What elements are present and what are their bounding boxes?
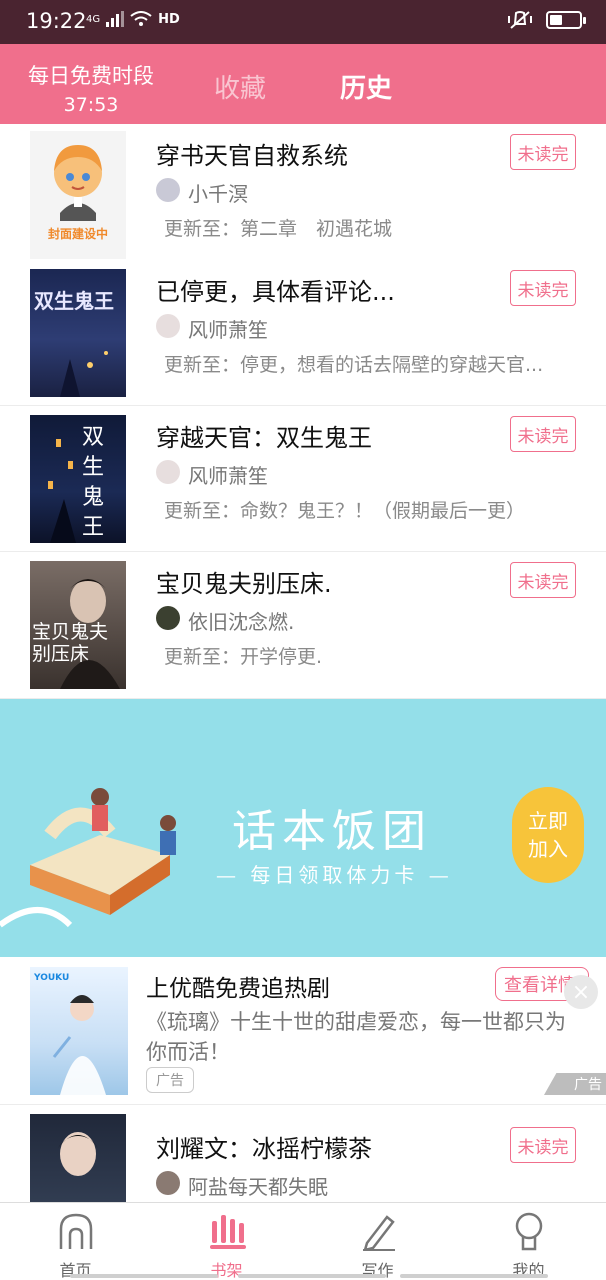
- close-icon[interactable]: ×: [564, 975, 598, 1009]
- tab-history[interactable]: 历史: [340, 68, 392, 105]
- banner-subtitle: — 每日领取体力卡 —: [216, 863, 453, 887]
- book-cover[interactable]: 封面建设中: [30, 131, 126, 259]
- wifi-icon: [130, 11, 152, 26]
- gesture-bar: [400, 1274, 548, 1278]
- cover-caption: 宝贝鬼夫别压床: [32, 621, 109, 665]
- book-update: 更新至：停更，想看的话去隔壁的穿越天官...: [164, 354, 544, 376]
- gesture-bar: [238, 1274, 386, 1278]
- book-item[interactable]: 刘耀文：冰摇柠檬茶 阿盐每天都失眠 未读完: [0, 1105, 606, 1202]
- nav-profile[interactable]: 我的: [453, 1203, 604, 1280]
- unread-status-button[interactable]: 未读完: [510, 270, 576, 306]
- book-cover[interactable]: 双生鬼王: [30, 415, 126, 543]
- book-title[interactable]: 已停更，具体看评论...: [156, 272, 395, 307]
- cover-caption: 封面建设中: [47, 227, 108, 241]
- nav-home[interactable]: 首页: [0, 1203, 151, 1280]
- cover-art: [48, 439, 76, 543]
- book-update: 更新至：命数？鬼王？！（假期最后一更）: [164, 500, 526, 522]
- book-title[interactable]: 宝贝鬼夫别压床.: [156, 564, 332, 599]
- author-avatar: [156, 314, 180, 338]
- home-icon: [59, 1213, 93, 1249]
- tab-favorites[interactable]: 收藏: [214, 68, 266, 105]
- book-update: 更新至：第二章 初遇花城: [164, 218, 393, 240]
- bookshelf-icon: [210, 1215, 246, 1249]
- book-cover[interactable]: 双生鬼王: [30, 269, 126, 397]
- author-name[interactable]: 小千溟: [188, 178, 248, 207]
- book-title[interactable]: 穿越天官：双生鬼王: [156, 418, 372, 453]
- join-label-line2: 加入: [528, 837, 568, 861]
- join-now-button[interactable]: 立即 加入: [512, 787, 584, 883]
- profile-icon: [515, 1212, 543, 1251]
- network-type: 4G: [86, 13, 101, 25]
- unread-status-button[interactable]: 未读完: [510, 416, 576, 452]
- nav-bookshelf[interactable]: 书架: [151, 1203, 302, 1280]
- pencil-icon: [363, 1215, 395, 1251]
- book-item[interactable]: 双生鬼王 已停更，具体看评论... 风师萧笙 更新至：停更，想看的话去隔壁的穿越…: [0, 260, 606, 406]
- book-update: 更新至：开学停更.: [164, 646, 323, 668]
- join-label-line1: 立即: [528, 809, 568, 833]
- unread-status-button[interactable]: 未读完: [510, 1127, 576, 1163]
- ad-corner-mark: 广告: [544, 1073, 606, 1095]
- book-item[interactable]: 双生鬼王 穿越天官：双生鬼王 风师萧笙 更新至：命数？鬼王？！（假期最后一更） …: [0, 406, 606, 552]
- author-avatar: [156, 606, 180, 630]
- cover-art: [58, 1132, 98, 1176]
- ad-cover[interactable]: YOUKU: [30, 967, 128, 1095]
- book-title[interactable]: 穿书天官自救系统: [156, 136, 348, 171]
- ad-title[interactable]: 上优酷免费追热剧: [146, 969, 330, 1003]
- author-name[interactable]: 依旧沈念燃.: [188, 606, 294, 635]
- author-name[interactable]: 风师萧笙: [188, 314, 268, 343]
- book-item[interactable]: 宝贝鬼夫别压床 宝贝鬼夫别压床. 依旧沈念燃. 更新至：开学停更. 未读完: [0, 552, 606, 699]
- ad-cover-art: [52, 995, 106, 1095]
- free-period-timer: 37:53: [63, 94, 119, 116]
- cover-art: [60, 351, 108, 397]
- book-title[interactable]: 刘耀文：冰摇柠檬茶: [156, 1129, 372, 1164]
- promo-banner[interactable]: 话本饭团 — 每日领取体力卡 — 立即 加入: [0, 699, 606, 957]
- author-name[interactable]: 阿盐每天都失眠: [188, 1171, 328, 1200]
- top-header: 每日免费时段 37:53 收藏 历史: [0, 44, 606, 124]
- battery-icon: [546, 11, 586, 29]
- banner-title: 话本饭团: [232, 806, 432, 857]
- vibrate-mute-icon: [508, 11, 532, 29]
- book-cover[interactable]: [30, 1114, 126, 1202]
- book-cover[interactable]: 宝贝鬼夫别压床: [30, 561, 126, 689]
- book-item[interactable]: 封面建设中 穿书天官自救系统 小千溟 更新至：第二章 初遇花城 未读完: [0, 124, 606, 270]
- status-right: [508, 10, 586, 30]
- gesture-bar: [70, 1274, 218, 1278]
- banner-illustration: [0, 788, 176, 928]
- author-avatar: [156, 178, 180, 202]
- ad-item[interactable]: YOUKU 上优酷免费追热剧 《琉璃》十生十世的甜虐爱恋，每一世都只为你而活！ …: [0, 957, 606, 1105]
- free-period-label: 每日免费时段: [28, 64, 154, 88]
- status-bar: 19:22 4G HD: [0, 0, 606, 44]
- cover-caption: 双生鬼王: [82, 425, 105, 540]
- unread-status-button[interactable]: 未读完: [510, 134, 576, 170]
- app-screen: 19:22 4G HD 每日免费时段 37:53 收藏 历史 封面建设中 穿书天…: [0, 0, 606, 1280]
- nav-write[interactable]: 写作: [302, 1203, 453, 1280]
- status-icons: 4G HD: [86, 11, 180, 27]
- author-avatar: [156, 1171, 180, 1195]
- status-time: 19:22: [26, 9, 87, 33]
- bottom-navigation: 首页 书架 写作 我的: [0, 1202, 606, 1280]
- free-period-block[interactable]: 每日免费时段 37:53: [24, 60, 158, 116]
- wifi-hd-label: HD: [158, 11, 180, 27]
- ad-description: 《琉璃》十生十世的甜虐爱恋，每一世都只为你而活！: [146, 1010, 566, 1064]
- unread-status-button[interactable]: 未读完: [510, 562, 576, 598]
- signal-icon: [106, 11, 125, 27]
- author-name[interactable]: 风师萧笙: [188, 460, 268, 489]
- author-avatar: [156, 460, 180, 484]
- ad-tag: 广告: [146, 1067, 194, 1093]
